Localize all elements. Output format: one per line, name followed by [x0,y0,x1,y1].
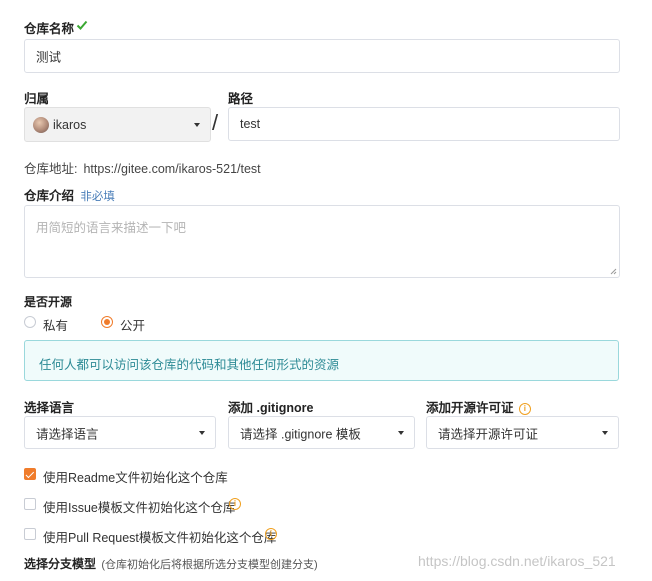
readme-init-option[interactable]: 使用Readme文件初始化这个仓库 [24,466,244,485]
path-input[interactable]: test [228,107,620,141]
visibility-notice: 任何人都可以访问该仓库的代码和其他任何形式的资源 [24,340,619,381]
repo-address: 仓库地址: https://gitee.com/ikaros-521/test [24,158,261,177]
radio-public-label: 公开 [120,319,146,333]
chevron-down-icon [199,430,205,435]
issue-template-option[interactable]: 使用Issue模板文件初始化这个仓库 i [24,496,254,515]
resize-handle-icon[interactable] [610,268,617,275]
repo-address-url: https://gitee.com/ikaros-521/test [83,162,261,176]
issue-template-label: 使用Issue模板文件初始化这个仓库 [43,501,236,515]
info-icon[interactable]: i [265,528,277,540]
radio-public[interactable]: 公开 [101,314,161,333]
chevron-down-icon [398,430,404,435]
language-select-value: 请选择语言 [36,427,99,441]
radio-public-circle[interactable] [101,316,113,328]
readme-init-checkbox[interactable] [24,468,36,480]
issue-template-checkbox[interactable] [24,498,36,510]
path-label: 路径 [228,92,254,106]
info-icon[interactable]: i [229,498,241,510]
intro-optional-hint: 非必填 [80,191,115,203]
info-icon[interactable]: i [518,402,531,415]
owner-value: ikaros [53,118,87,132]
readme-init-label: 使用Readme文件初始化这个仓库 [43,471,228,485]
repo-address-prefix: 仓库地址: [24,162,78,176]
intro-textarea[interactable]: 用简短的语言来描述一下吧 [24,205,620,278]
license-label: 添加开源许可证 i [426,397,531,416]
branch-model-label-text: 选择分支模型 [24,557,97,571]
pr-template-checkbox[interactable] [24,528,36,540]
checkmark-icon [76,20,88,30]
language-label: 选择语言 [24,401,75,415]
intro-label-text: 仓库介绍 [24,189,75,203]
path-value: test [240,117,261,131]
owner-select[interactable]: ikaros [24,107,211,142]
license-label-text: 添加开源许可证 [426,401,514,415]
branch-model-label: 选择分支模型 (仓库初始化后将根据所选分支模型创建分支) [24,555,318,572]
license-select-value: 请选择开源许可证 [438,427,539,441]
radio-private-circle[interactable] [24,316,36,328]
owner-label: 归属 [24,92,50,106]
intro-placeholder: 用简短的语言来描述一下吧 [36,221,187,235]
chevron-down-icon [602,430,608,435]
radio-private[interactable]: 私有 [24,314,84,333]
radio-private-label: 私有 [43,319,69,333]
gitignore-select[interactable]: 请选择 .gitignore 模板 [228,416,415,449]
intro-label: 仓库介绍 非必填 [24,185,115,204]
visibility-notice-text: 任何人都可以访问该仓库的代码和其他任何形式的资源 [39,358,340,372]
watermark: https://blog.csdn.net/ikaros_521 [418,553,616,569]
path-separator: / [212,110,219,135]
branch-model-hint: (仓库初始化后将根据所选分支模型创建分支) [101,559,318,571]
open-source-label: 是否开源 [24,295,73,309]
license-select[interactable]: 请选择开源许可证 [426,416,619,449]
pr-template-label: 使用Pull Request模板文件初始化这个仓库 [43,531,277,545]
gitignore-label: 添加 .gitignore [228,401,314,415]
chevron-down-icon [194,122,200,127]
repo-name-label: 仓库名称 [24,18,74,37]
avatar [33,117,49,133]
repo-name-input[interactable]: 测试 [24,39,620,73]
language-select[interactable]: 请选择语言 [24,416,216,449]
repo-name-label-text: 仓库名称 [24,22,75,36]
pr-template-option[interactable]: 使用Pull Request模板文件初始化这个仓库 i [24,526,284,545]
gitignore-select-value: 请选择 .gitignore 模板 [240,427,361,441]
repo-name-value: 测试 [36,50,62,65]
